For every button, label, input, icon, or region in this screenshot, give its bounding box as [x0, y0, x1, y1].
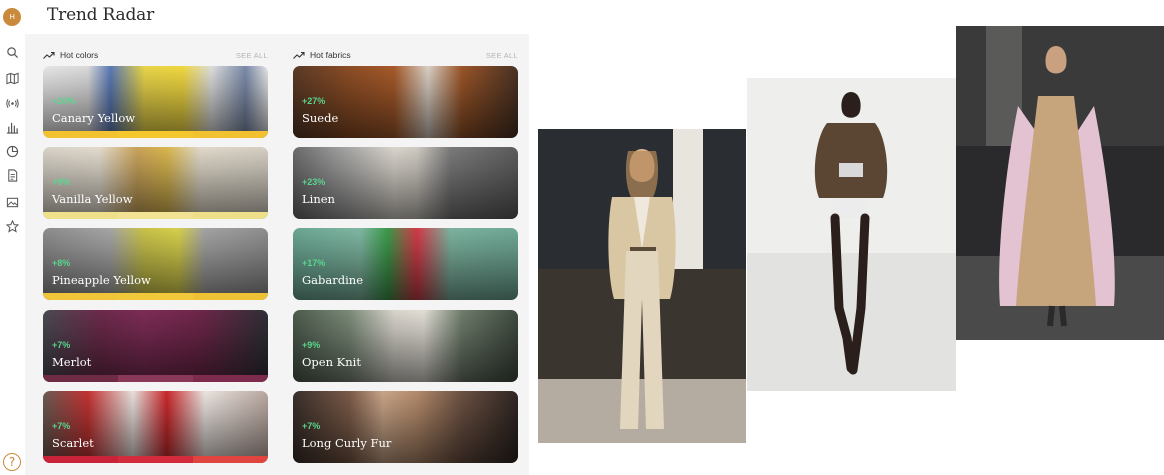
color-card-vanilla-yellow[interactable]: +9% Vanilla Yellow	[43, 147, 268, 219]
trend-percent: +7%	[302, 421, 321, 431]
trend-percent: +27%	[302, 96, 326, 106]
color-card-scarlet[interactable]: +7% Scarlet	[43, 391, 268, 463]
image-icon[interactable]	[5, 195, 19, 209]
broadcast-icon[interactable]	[5, 96, 19, 110]
trend-percent: +17%	[302, 258, 326, 268]
color-card-merlot[interactable]: +7% Merlot	[43, 310, 268, 382]
fabric-name: Open Knit	[302, 355, 361, 369]
card-shade	[293, 310, 518, 382]
card-shade	[293, 391, 518, 463]
trend-percent: +8%	[52, 258, 71, 268]
color-swatch-band	[43, 293, 268, 300]
color-card-canary-yellow[interactable]: +10% Canary Yellow	[43, 66, 268, 138]
card-shade	[43, 66, 268, 138]
card-shade	[293, 66, 518, 138]
color-swatch-band	[43, 131, 268, 138]
map-icon[interactable]	[5, 71, 19, 85]
bar-chart-icon[interactable]	[5, 120, 19, 134]
trend-percent: +9%	[52, 177, 71, 187]
fabric-card-linen[interactable]: +23% Linen	[293, 147, 518, 219]
trend-percent: +7%	[52, 340, 71, 350]
pie-chart-icon[interactable]	[5, 144, 19, 158]
runway-image-1[interactable]	[538, 129, 746, 443]
runway-image-2[interactable]	[747, 78, 956, 391]
search-icon[interactable]	[5, 45, 19, 59]
logo-text: H	[9, 13, 15, 21]
color-card-pineapple-yellow[interactable]: +8% Pineapple Yellow	[43, 228, 268, 300]
document-icon[interactable]	[5, 168, 19, 182]
card-shade	[293, 147, 518, 219]
card-shade	[43, 228, 268, 300]
fabric-card-long-curly-fur[interactable]: +7% Long Curly Fur	[293, 391, 518, 463]
trend-percent: +10%	[52, 96, 76, 106]
help-label: ?	[8, 455, 16, 469]
hot-fabrics-see-all[interactable]: SEE ALL	[486, 51, 518, 60]
runway-photo-brown-jacket	[747, 78, 956, 391]
color-swatch-band	[43, 456, 268, 463]
card-shade	[43, 391, 268, 463]
brand-logo[interactable]: H	[3, 8, 21, 26]
fabric-name: Suede	[302, 111, 339, 125]
hot-colors-label: Hot colors	[60, 50, 99, 60]
fabric-name: Gabardine	[302, 273, 364, 287]
card-shade	[293, 228, 518, 300]
fabric-card-gabardine[interactable]: +17% Gabardine	[293, 228, 518, 300]
fabric-card-suede[interactable]: +27% Suede	[293, 66, 518, 138]
trend-percent: +9%	[302, 340, 321, 350]
card-shade	[43, 310, 268, 382]
card-shade	[43, 147, 268, 219]
hot-fabrics-header: Hot fabrics SEE ALL	[293, 48, 518, 62]
hot-fabrics-label: Hot fabrics	[310, 50, 351, 60]
color-name: Canary Yellow	[52, 111, 136, 125]
trend-percent: +7%	[52, 421, 71, 431]
trend-percent: +23%	[302, 177, 326, 187]
fabric-name: Long Curly Fur	[302, 436, 392, 450]
fabric-card-open-knit[interactable]: +9% Open Knit	[293, 310, 518, 382]
color-swatch-band	[43, 212, 268, 219]
star-icon[interactable]	[5, 219, 19, 233]
left-nav-rail: H ?	[0, 0, 25, 475]
hot-colors-see-all[interactable]: SEE ALL	[236, 51, 268, 60]
color-name: Vanilla Yellow	[52, 192, 133, 206]
trending-up-icon	[43, 51, 55, 59]
color-name: Merlot	[52, 355, 92, 369]
runway-photo-suede-dress	[956, 26, 1164, 340]
hot-colors-header: Hot colors SEE ALL	[43, 48, 268, 62]
color-name: Scarlet	[52, 436, 94, 450]
color-name: Pineapple Yellow	[52, 273, 151, 287]
page-title: Trend Radar	[47, 5, 155, 25]
runway-photo-beige-look	[538, 129, 746, 443]
runway-image-3[interactable]	[956, 26, 1164, 340]
fabric-name: Linen	[302, 192, 335, 206]
trending-up-icon	[293, 51, 305, 59]
help-button[interactable]: ?	[3, 453, 21, 471]
color-swatch-band	[43, 375, 268, 382]
